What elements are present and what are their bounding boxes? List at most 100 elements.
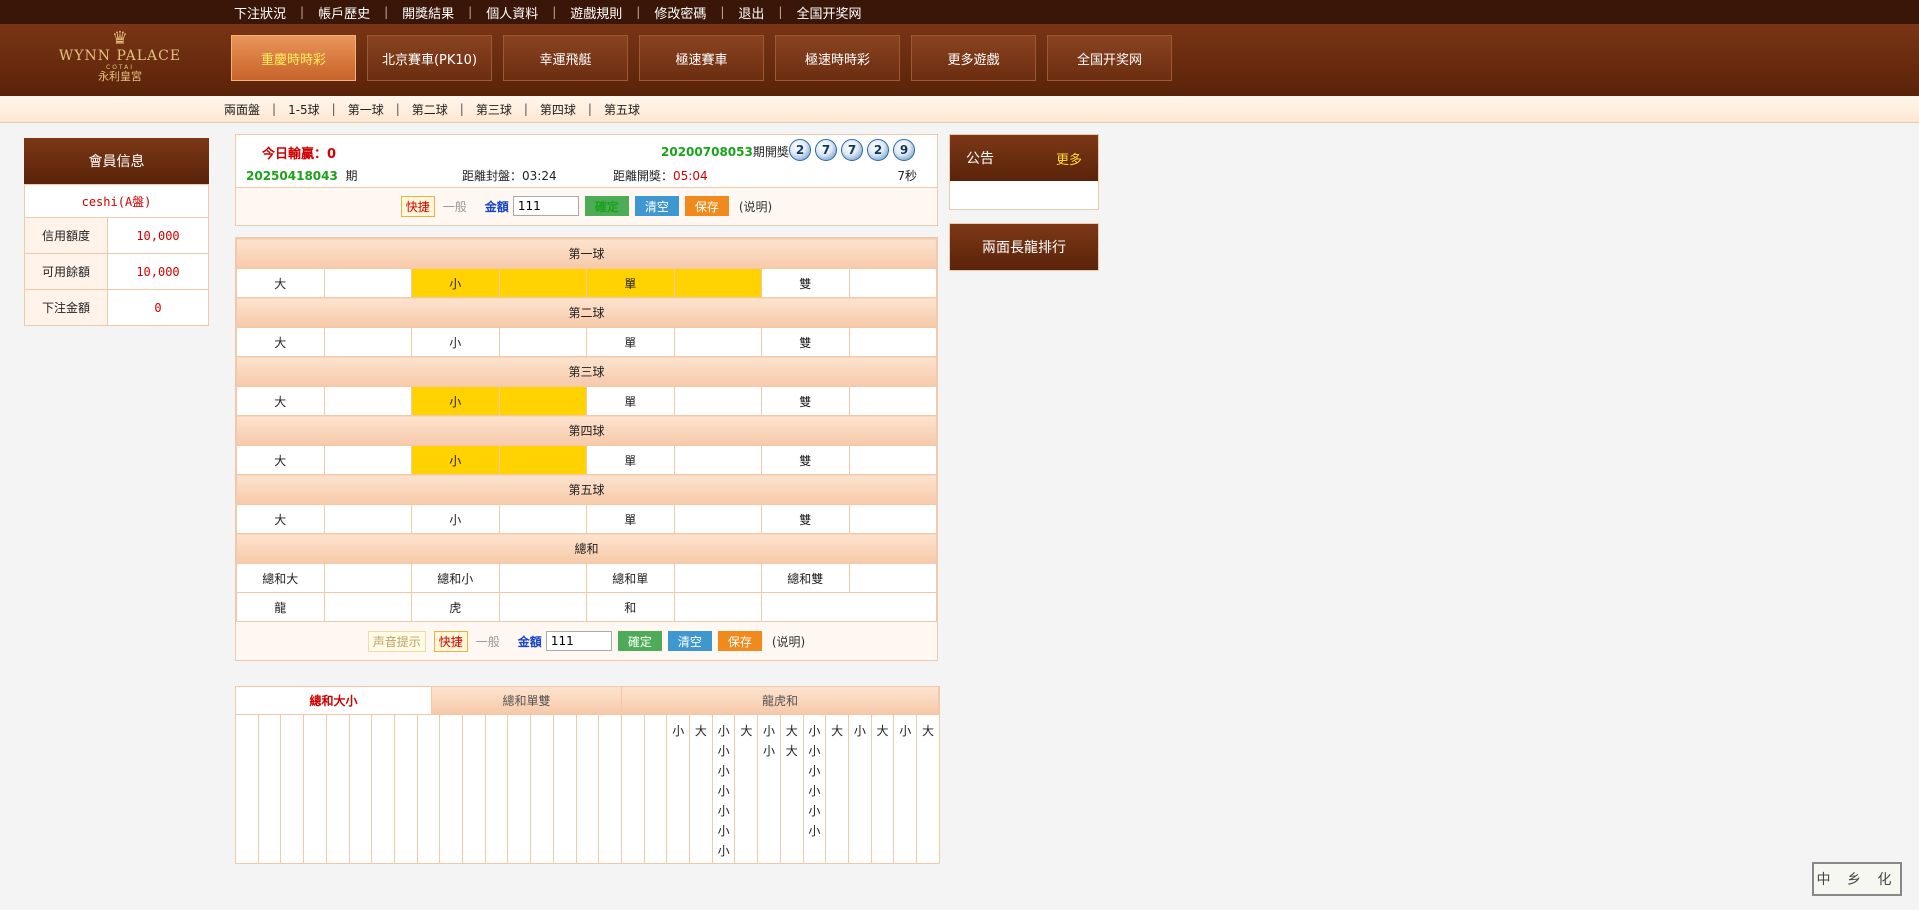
bet-option-label[interactable]: 小 bbox=[411, 327, 500, 357]
bet-odds-cell[interactable] bbox=[323, 445, 412, 475]
game-tab-6[interactable]: 全国开奖网 bbox=[1047, 35, 1172, 81]
bet-odds-cell[interactable] bbox=[673, 563, 762, 593]
amount-input-bottom[interactable] bbox=[545, 631, 612, 651]
quick-mode[interactable]: 快捷 bbox=[400, 195, 435, 217]
bet-odds-cell[interactable] bbox=[673, 268, 762, 298]
bet-option-label[interactable]: 小 bbox=[411, 386, 500, 416]
bet-odds-cell[interactable] bbox=[673, 445, 762, 475]
bet-option-label[interactable]: 大 bbox=[236, 327, 325, 357]
top-link-7[interactable]: 全国开奖网 bbox=[782, 3, 875, 22]
bet-option-label[interactable]: 單 bbox=[586, 327, 675, 357]
bet-odds-cell[interactable] bbox=[323, 592, 412, 622]
bet-option-label[interactable]: 總和單 bbox=[586, 563, 675, 593]
top-link-6[interactable]: 退出 bbox=[724, 3, 778, 22]
bet-odds-cell[interactable] bbox=[498, 504, 587, 534]
bet-option-label[interactable]: 大 bbox=[236, 386, 325, 416]
bet-option-label[interactable]: 單 bbox=[586, 268, 675, 298]
bet-option-label[interactable]: 小 bbox=[411, 268, 500, 298]
bet-odds-cell[interactable] bbox=[323, 504, 412, 534]
bet-odds-cell[interactable] bbox=[323, 327, 412, 357]
save-button-bottom[interactable]: 保存 bbox=[717, 631, 762, 651]
bet-odds-cell[interactable] bbox=[498, 592, 587, 622]
bet-option-label[interactable]: 小 bbox=[411, 504, 500, 534]
top-link-2[interactable]: 開獎結果 bbox=[388, 3, 468, 22]
sub-nav-item-3[interactable]: 第二球 bbox=[400, 101, 460, 118]
bet-option-label[interactable]: 單 bbox=[586, 445, 675, 475]
logo[interactable]: ♛ WYNN PALACE COTAI 永利皇宮 bbox=[55, 30, 185, 90]
game-tab-5[interactable]: 更多遊戲 bbox=[911, 35, 1036, 81]
top-link-5[interactable]: 修改密碼 bbox=[640, 3, 720, 22]
bet-odds-cell[interactable] bbox=[848, 504, 937, 534]
bet-odds-cell[interactable] bbox=[848, 327, 937, 357]
bet-odds-cell[interactable] bbox=[498, 327, 587, 357]
bet-option-label[interactable]: 大 bbox=[236, 504, 325, 534]
notice-more-link[interactable]: 更多 bbox=[1056, 149, 1082, 168]
clear-button-bottom[interactable]: 清空 bbox=[667, 631, 712, 651]
bet-option-label[interactable]: 大 bbox=[236, 268, 325, 298]
confirm-button[interactable]: 確定 bbox=[584, 196, 629, 216]
game-tab-0[interactable]: 重慶時時彩 bbox=[231, 35, 356, 81]
stats-tab-2[interactable]: 龍虎和 bbox=[622, 687, 939, 714]
clear-button[interactable]: 清空 bbox=[634, 196, 679, 216]
bet-odds-cell[interactable] bbox=[323, 386, 412, 416]
top-link-3[interactable]: 個人資料 bbox=[472, 3, 552, 22]
bet-odds-cell[interactable] bbox=[498, 386, 587, 416]
bet-option-label[interactable]: 小 bbox=[411, 445, 500, 475]
save-button[interactable]: 保存 bbox=[684, 196, 729, 216]
bet-option-label[interactable]: 雙 bbox=[761, 445, 850, 475]
game-tab-3[interactable]: 極速賽車 bbox=[639, 35, 764, 81]
top-link-1[interactable]: 帳戶歷史 bbox=[304, 3, 384, 22]
explain-link[interactable]: (说明) bbox=[739, 198, 772, 215]
bet-option-label[interactable]: 雙 bbox=[761, 504, 850, 534]
bet-option-label[interactable]: 雙 bbox=[761, 268, 850, 298]
stats-tab-0[interactable]: 總和大小 bbox=[236, 687, 432, 714]
bet-odds-cell[interactable] bbox=[848, 445, 937, 475]
bet-option-label[interactable]: 雙 bbox=[761, 327, 850, 357]
top-link-0[interactable]: 下注狀況 bbox=[222, 3, 300, 22]
game-tab-4[interactable]: 極速時時彩 bbox=[775, 35, 900, 81]
stats-tab-1[interactable]: 總和單雙 bbox=[432, 687, 622, 714]
bet-odds-cell[interactable] bbox=[673, 386, 762, 416]
bet-odds-cell[interactable] bbox=[673, 504, 762, 534]
game-tab-2[interactable]: 幸運飛艇 bbox=[503, 35, 628, 81]
bet-option-label[interactable]: 單 bbox=[586, 504, 675, 534]
bet-option-label[interactable]: 和 bbox=[586, 592, 675, 622]
confirm-button-bottom[interactable]: 確定 bbox=[617, 631, 662, 651]
bet-option-label[interactable]: 雙 bbox=[761, 386, 850, 416]
bet-odds-cell[interactable] bbox=[323, 268, 412, 298]
long-dragon-rank-button[interactable]: 兩面長龍排行 bbox=[949, 223, 1099, 271]
quick-mode-bottom[interactable]: 快捷 bbox=[433, 630, 468, 652]
bet-option-label[interactable]: 虎 bbox=[411, 592, 500, 622]
trend-column bbox=[486, 715, 509, 863]
normal-mode[interactable]: 一般 bbox=[443, 198, 467, 215]
bet-odds-cell[interactable] bbox=[848, 268, 937, 298]
sub-nav-item-6[interactable]: 第五球 bbox=[592, 101, 652, 118]
top-link-4[interactable]: 遊戲規則 bbox=[556, 3, 636, 22]
bet-odds-cell[interactable] bbox=[323, 563, 412, 593]
bet-option-label[interactable]: 單 bbox=[586, 386, 675, 416]
trend-value: 大 bbox=[921, 724, 934, 738]
bet-odds-cell[interactable] bbox=[498, 563, 587, 593]
sound-toggle[interactable]: 声音提示 bbox=[367, 630, 426, 652]
bet-option-label[interactable]: 總和小 bbox=[411, 563, 500, 593]
sub-nav-item-4[interactable]: 第三球 bbox=[464, 101, 524, 118]
bet-controls-bottom: 声音提示 快捷 一般 金額 確定 清空 保存 (说明) bbox=[236, 622, 937, 660]
bet-odds-cell[interactable] bbox=[848, 563, 937, 593]
bet-odds-cell[interactable] bbox=[673, 592, 762, 622]
bet-odds-cell[interactable] bbox=[498, 445, 587, 475]
bet-option-label[interactable]: 龍 bbox=[236, 592, 325, 622]
amount-input[interactable] bbox=[512, 196, 579, 216]
bet-odds-cell[interactable] bbox=[498, 268, 587, 298]
sub-nav-item-5[interactable]: 第四球 bbox=[528, 101, 588, 118]
bet-odds-cell[interactable] bbox=[848, 386, 937, 416]
game-tab-1[interactable]: 北京賽車(PK10) bbox=[367, 35, 492, 81]
bet-option-label[interactable]: 總和雙 bbox=[761, 563, 850, 593]
bet-option-label[interactable]: 總和大 bbox=[236, 563, 325, 593]
normal-mode-bottom[interactable]: 一般 bbox=[476, 633, 500, 650]
bet-odds-cell[interactable] bbox=[673, 327, 762, 357]
sub-nav-item-1[interactable]: 1-5球 bbox=[276, 101, 332, 118]
explain-link-bottom[interactable]: (说明) bbox=[772, 633, 805, 650]
sub-nav-item-2[interactable]: 第一球 bbox=[336, 101, 396, 118]
bet-option-label[interactable]: 大 bbox=[236, 445, 325, 475]
sub-nav-item-0[interactable]: 兩面盤 bbox=[224, 101, 272, 118]
